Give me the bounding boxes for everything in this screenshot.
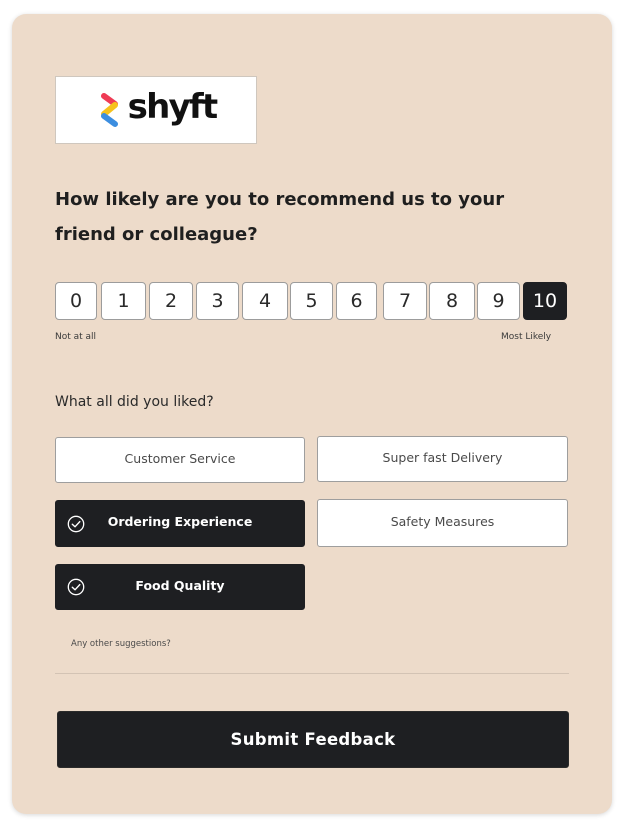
brand-logo: shyft [55, 76, 257, 144]
scale-option-9[interactable]: 9 [477, 282, 520, 320]
option-food-quality[interactable]: Food Quality [55, 564, 305, 610]
check-circle-icon [67, 578, 85, 596]
scale-option-6[interactable]: 6 [336, 282, 377, 320]
feedback-card: shyft How likely are you to recommend us… [12, 14, 612, 814]
option-safety-measures[interactable]: Safety Measures [317, 499, 568, 547]
option-label: Food Quality [135, 577, 225, 593]
scale-option-1[interactable]: 1 [101, 282, 146, 320]
scale-option-3[interactable]: 3 [196, 282, 239, 320]
option-ordering-experience[interactable]: Ordering Experience [55, 500, 305, 547]
option-customer-service[interactable]: Customer Service [55, 437, 305, 483]
option-label: Customer Service [124, 450, 236, 466]
brand-name: shyft [127, 87, 218, 127]
scale-option-2[interactable]: 2 [149, 282, 193, 320]
option-super-fast-delivery[interactable]: Super fast Delivery [317, 436, 568, 482]
scale-option-4[interactable]: 4 [242, 282, 288, 320]
option-label: Ordering Experience [107, 514, 253, 529]
scale-option-8[interactable]: 8 [429, 282, 475, 320]
option-label: Safety Measures [390, 513, 495, 529]
option-label: Super fast Delivery [382, 449, 503, 465]
scale-low-label: Not at all [55, 332, 97, 342]
likes-title: What all did you liked? [55, 394, 214, 410]
suggestions-field[interactable]: Any other suggestions? [71, 639, 171, 649]
submit-feedback-button[interactable]: Submit Feedback [57, 711, 569, 768]
scale-option-5[interactable]: 5 [290, 282, 333, 320]
suggestions-underline [55, 673, 569, 674]
scale-option-10[interactable]: 10 [523, 282, 567, 320]
scale-high-label: Most Likely [501, 332, 552, 342]
check-circle-icon [67, 515, 85, 532]
scale-option-0[interactable]: 0 [55, 282, 97, 320]
scale-option-7[interactable]: 7 [383, 282, 427, 320]
nps-question: How likely are you to recommend us to yo… [55, 189, 505, 245]
nps-scale: 0 1 2 3 4 5 6 7 8 9 10 [55, 282, 569, 322]
shyft-logo-icon [100, 93, 118, 127]
